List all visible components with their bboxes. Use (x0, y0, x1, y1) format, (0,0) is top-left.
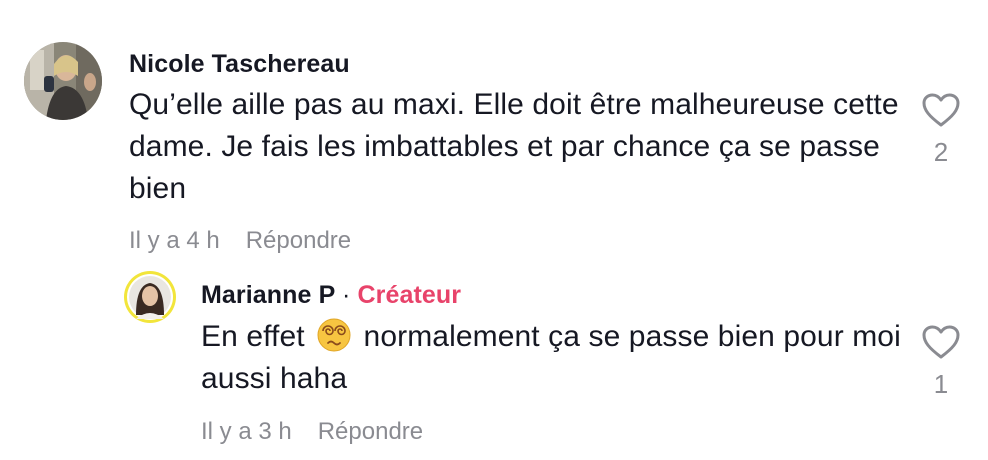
like-count: 2 (933, 137, 949, 167)
reply-timestamp: Il y a 3 h (201, 418, 292, 445)
like-button[interactable]: 2 (918, 92, 964, 168)
creator-badge: Créateur (357, 281, 462, 309)
reply-username[interactable]: Marianne P (201, 281, 335, 309)
reply-username-line: Marianne P · Créateur (201, 281, 461, 310)
comment-meta: Il y a 4 h Répondre (129, 227, 351, 255)
reply-button[interactable]: Répondre (246, 227, 351, 254)
like-count: 1 (933, 369, 949, 399)
comment-username[interactable]: Nicole Taschereau (129, 50, 350, 79)
reply-text-part-2: normalement ça se passe bien pour moi au… (201, 320, 901, 395)
avatar[interactable] (24, 42, 102, 120)
dizzy-face-emoji-icon (317, 318, 351, 352)
reply-button[interactable]: Répondre (318, 418, 423, 445)
reply-text: En effet normalement ça se passe bien po… (201, 316, 901, 400)
creator-avatar[interactable] (124, 271, 176, 323)
heart-outline-icon[interactable] (921, 92, 961, 128)
heart-outline-icon[interactable] (921, 324, 961, 360)
username-separator: · (341, 281, 351, 309)
comment-text: Qu’elle aille pas au maxi. Elle doit êtr… (129, 88, 899, 205)
comment-timestamp: Il y a 4 h (129, 227, 220, 254)
like-button[interactable]: 1 (918, 324, 964, 400)
comment-thread-item: Nicole Taschereau Qu’elle aille pas au m… (0, 0, 988, 260)
reply-thread-item: Marianne P · Créateur En effet normaleme… (0, 265, 988, 460)
reply-text-part-1: En effet (201, 320, 305, 353)
reply-meta: Il y a 3 h Répondre (201, 418, 423, 446)
